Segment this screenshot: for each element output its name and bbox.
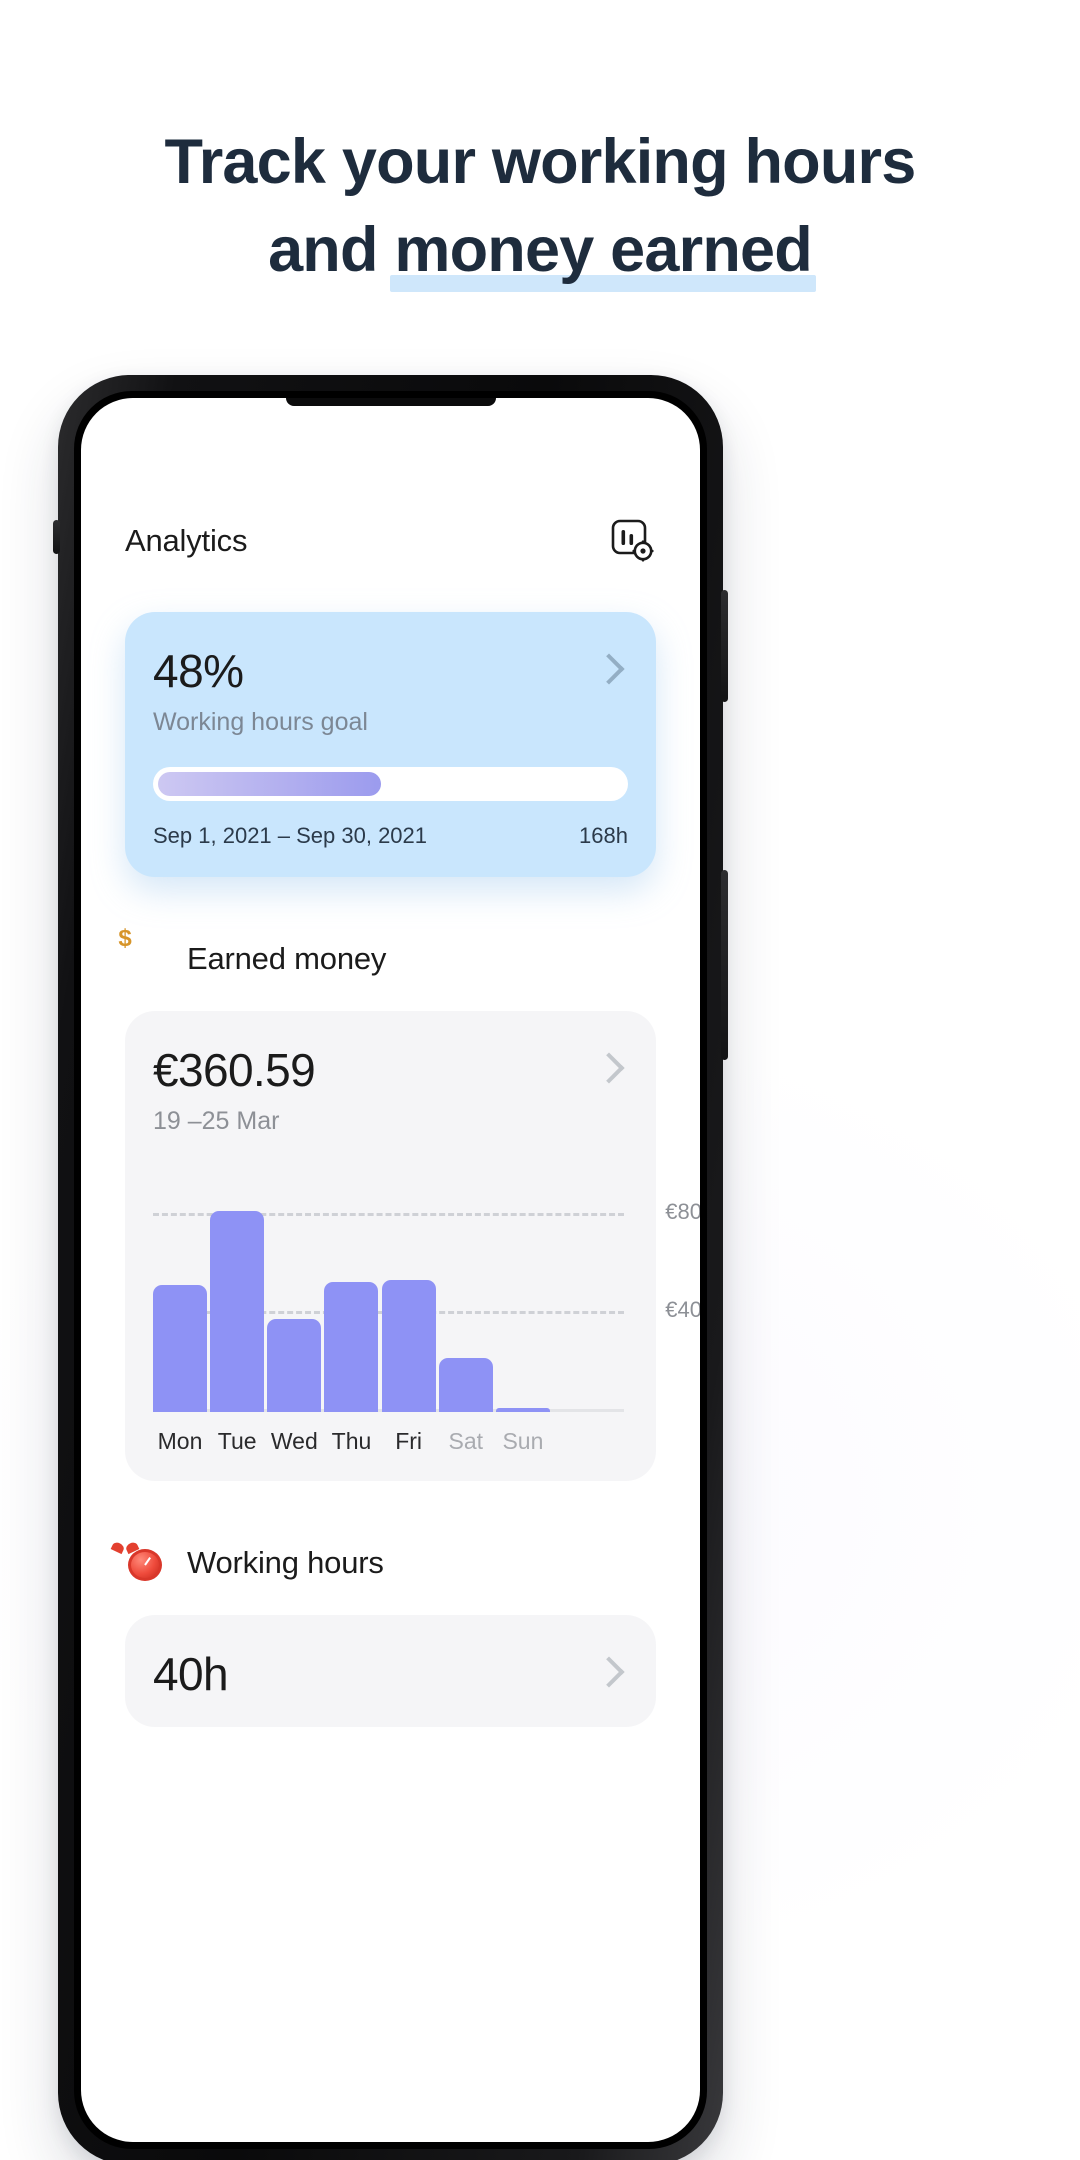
app-header: Analytics — [125, 398, 656, 564]
chevron-right-icon[interactable] — [593, 653, 625, 685]
page-root: Track your working hours and money earne… — [0, 0, 1080, 2160]
goal-date-range: Sep 1, 2021 – Sep 30, 2021 — [153, 823, 428, 848]
chart-x-label: Thu — [331, 1428, 372, 1454]
chart-bar-column[interactable] — [153, 1184, 207, 1412]
goal-subtitle: Working hours goal — [153, 708, 368, 736]
earned-date-range: 19 –25 Mar — [153, 1107, 280, 1135]
chart-x-label: Wed — [270, 1428, 318, 1454]
coin-icon — [125, 939, 165, 979]
headline-highlight: money earned — [390, 206, 816, 294]
section-label-working-hours: Working hours — [187, 1545, 384, 1580]
chart-bar-column[interactable] — [210, 1184, 265, 1412]
hours-card-top: 40h — [153, 1647, 628, 1701]
chart-x-labels: Mon Tue Wed Thu Fri Sat Sun — [153, 1428, 550, 1455]
headline-line-1: Track your working hours — [164, 127, 917, 197]
earned-card-text: €360.59 19 –25 Mar — [153, 1043, 316, 1136]
section-header-earned-money: Earned money — [125, 939, 656, 979]
chart-bar[interactable] — [210, 1210, 265, 1412]
alarm-clock-icon — [110, 1540, 165, 1583]
chart-bar[interactable] — [381, 1279, 436, 1412]
phone-mockup: Analytics 48% Working hours goal Sep 1, … — [53, 375, 728, 2160]
working-hours-amount: 40h — [153, 1648, 229, 1700]
working-hours-goal-card[interactable]: 48% Working hours goal Sep 1, 2021 – Sep… — [125, 612, 656, 877]
goal-card-footer: Sep 1, 2021 – Sep 30, 2021 168h — [153, 823, 628, 849]
chart-bar-column[interactable] — [495, 1184, 550, 1412]
working-hours-card[interactable]: 40h — [125, 1615, 656, 1727]
section-header-working-hours: Working hours — [110, 1540, 656, 1583]
chart-x-label: Mon — [157, 1428, 203, 1454]
chart-bars — [153, 1184, 550, 1412]
chart-settings-icon[interactable] — [610, 518, 656, 564]
chart-bar-column[interactable] — [438, 1184, 493, 1412]
earned-card-top: €360.59 19 –25 Mar — [153, 1043, 628, 1136]
chart-bar[interactable] — [267, 1318, 322, 1412]
phone-volume-rocker[interactable] — [721, 870, 728, 1060]
chart-bar-column[interactable] — [267, 1184, 322, 1412]
headline-line-2-prefix: and — [268, 215, 395, 285]
chart-gridline-label: €40 — [665, 1296, 700, 1322]
chart-bar-column[interactable] — [381, 1184, 436, 1412]
chart-x-label: Fri — [395, 1428, 423, 1454]
page-title: Analytics — [125, 523, 248, 558]
chart-x-label: Tue — [217, 1428, 257, 1454]
section-label-earned-money: Earned money — [187, 941, 387, 976]
phone-bezel: Analytics 48% Working hours goal Sep 1, … — [74, 391, 707, 2149]
goal-percent: 48% — [153, 645, 244, 697]
app-content: Analytics 48% Working hours goal Sep 1, … — [81, 398, 700, 1727]
goal-card-text: 48% Working hours goal — [153, 644, 368, 737]
phone-volume-button[interactable] — [53, 520, 60, 554]
chart-bar[interactable] — [438, 1358, 493, 1412]
chart-bar[interactable] — [495, 1408, 550, 1412]
chart-x-label: Sun — [502, 1428, 544, 1454]
earned-amount: €360.59 — [153, 1044, 316, 1096]
chart-x-label: Sat — [448, 1428, 484, 1454]
goal-progress-track — [153, 767, 628, 801]
chart-bar[interactable] — [153, 1284, 207, 1412]
earned-money-bar-chart: €80 €40 — [153, 1184, 700, 1412]
goal-progress-fill — [158, 772, 382, 796]
goal-card-top: 48% Working hours goal — [153, 644, 628, 737]
chevron-right-icon[interactable] — [593, 1656, 625, 1688]
goal-total-hours: 168h — [579, 823, 628, 848]
phone-screen: Analytics 48% Working hours goal Sep 1, … — [81, 398, 700, 2142]
chart-bar-column[interactable] — [324, 1184, 379, 1412]
page-headline: Track your working hours and money earne… — [0, 118, 1080, 294]
earned-money-card[interactable]: €360.59 19 –25 Mar €80 €40 Mon Tue Wed Thu Fr… — [125, 1011, 700, 1481]
headline-line-2: and money earned — [0, 206, 1080, 294]
chevron-right-icon[interactable] — [593, 1052, 625, 1084]
chart-bar[interactable] — [324, 1282, 379, 1412]
phone-power-button[interactable] — [721, 590, 728, 702]
chart-gridline-label: €80 — [665, 1198, 700, 1224]
